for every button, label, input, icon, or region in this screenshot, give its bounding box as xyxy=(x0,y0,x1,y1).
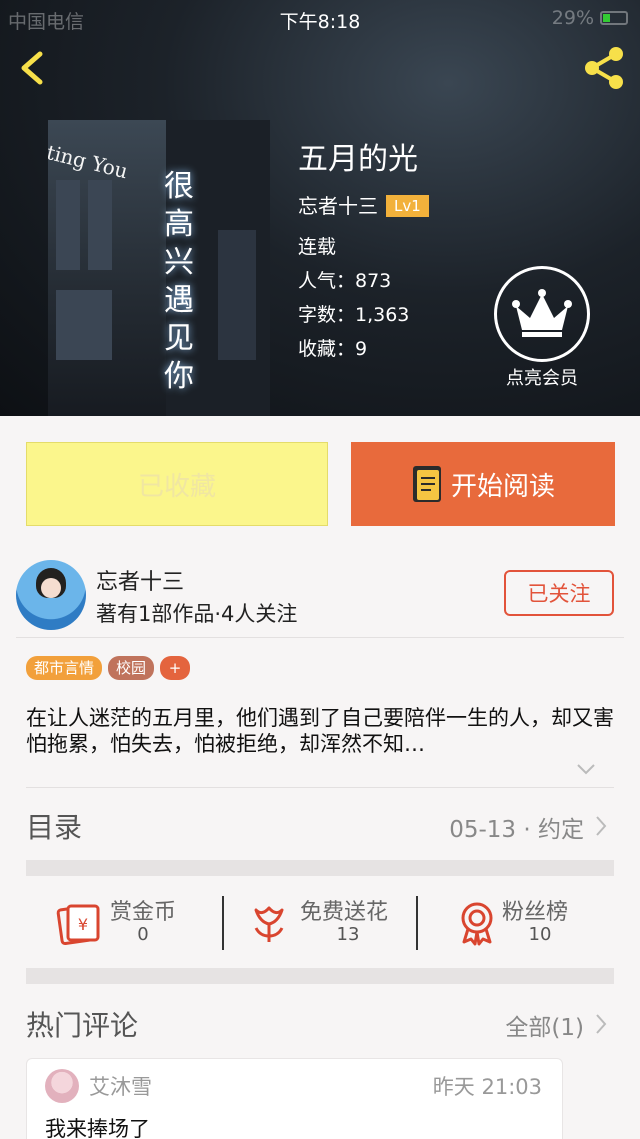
comment-user[interactable]: 艾沐雪 xyxy=(89,1071,152,1101)
reward-flowers[interactable]: 免费送花 13 xyxy=(246,876,426,968)
tag-list: 都市言情 校园 + xyxy=(26,656,191,680)
favorited-button[interactable]: 已收藏 xyxy=(26,442,328,526)
book-description[interactable]: 在让人迷茫的五月里，他们遇到了自己要陪伴一生的人，却又害怕拖累，怕失去，怕被拒绝… xyxy=(26,705,618,757)
toc-latest-chapter: 05-13 · 约定 xyxy=(449,817,584,843)
author-name: 忘者十三 xyxy=(96,570,185,595)
status-bar: 中国电信 下午8:18 29% xyxy=(0,0,640,36)
clock: 下午8:18 xyxy=(279,11,361,33)
avatar[interactable] xyxy=(45,1069,79,1103)
crown-icon xyxy=(494,266,590,362)
flower-icon xyxy=(254,906,284,942)
chevron-right-icon xyxy=(596,1014,607,1034)
book-popularity: 人气：873 xyxy=(298,270,392,292)
cover-window xyxy=(56,290,112,360)
divider xyxy=(416,896,418,950)
hot-comments-header[interactable]: 热门评论 全部(1) xyxy=(26,986,614,1056)
divider xyxy=(222,896,224,950)
all-comments-link[interactable]: 全部(1) xyxy=(505,1008,584,1042)
tag[interactable]: 都市言情 xyxy=(26,656,103,680)
book-title: 五月的光 xyxy=(298,142,418,177)
following-button[interactable]: 已关注 xyxy=(504,570,614,616)
add-tag-button[interactable]: + xyxy=(160,656,191,680)
svg-text:¥: ¥ xyxy=(78,915,88,934)
level-badge: Lv1 xyxy=(386,195,429,217)
toc-label: 目录 xyxy=(26,811,83,844)
reward-bar: ¥ 赏金币 0 免费送花 13 粉丝榜 10 xyxy=(26,876,614,968)
book-favorites: 收藏：9 xyxy=(298,338,368,360)
cover-window xyxy=(218,230,256,360)
author-card[interactable]: 忘者十三 著有1部作品·4人关注 已关注 xyxy=(16,556,624,638)
reward-coins[interactable]: ¥ 赏金币 0 xyxy=(56,876,216,968)
reward-coins-count: 0 xyxy=(137,924,149,945)
vip-label: 点亮会员 xyxy=(506,368,578,389)
share-icon[interactable] xyxy=(580,44,628,92)
book-status: 连载 xyxy=(298,236,337,258)
comment-time: 昨天 21:03 xyxy=(432,1075,542,1099)
red-envelope-icon: ¥ xyxy=(56,904,100,946)
book-cover: ting You 很 高 兴 遇 见 你 xyxy=(48,120,270,416)
comment-card[interactable]: 艾沐雪 昨天 21:03 我来捧场了 xyxy=(26,1058,563,1139)
reward-flowers-count: 13 xyxy=(336,924,360,945)
reward-flowers-label: 免费送花 xyxy=(300,900,389,925)
book-word-count: 字数：1,363 xyxy=(298,304,410,326)
cover-window xyxy=(88,180,112,270)
start-reading-button[interactable]: 开始阅读 xyxy=(351,442,615,526)
reward-fan-ranking-label: 粉丝榜 xyxy=(502,900,569,925)
section-divider xyxy=(26,968,614,984)
table-of-contents-row[interactable]: 目录 05-13 · 约定 xyxy=(26,788,614,860)
comment-text: 我来捧场了 xyxy=(45,1117,150,1139)
tag[interactable]: 校园 xyxy=(108,656,155,680)
chevron-down-icon[interactable] xyxy=(576,762,596,776)
book-author-line: 忘者十三 Lv1 xyxy=(298,190,429,219)
back-icon[interactable] xyxy=(14,48,54,88)
book-header: 中国电信 下午8:18 29% ting You 很 高 兴 遇 见 你 五月的… xyxy=(0,0,640,416)
reward-fan-ranking-count: 10 xyxy=(528,924,552,945)
reward-coins-label: 赏金币 xyxy=(110,900,177,925)
cover-window xyxy=(56,180,80,270)
chevron-right-icon xyxy=(596,816,607,836)
hot-comments-title: 热门评论 xyxy=(26,1009,139,1042)
book-author[interactable]: 忘者十三 xyxy=(298,194,378,218)
avatar[interactable] xyxy=(16,560,86,630)
cover-english-text: ting You xyxy=(48,140,131,184)
book-icon xyxy=(412,466,441,502)
battery-percent: 29% xyxy=(551,7,594,29)
start-reading-label: 开始阅读 xyxy=(450,471,555,502)
battery-icon xyxy=(600,11,628,25)
reward-fan-ranking[interactable]: 粉丝榜 10 xyxy=(454,876,614,968)
book-info: 五月的光 忘者十三 Lv1 连载 人气：873 字数：1,363 收藏：9 xyxy=(298,140,429,360)
author-stats: 著有1部作品·4人关注 xyxy=(96,602,298,626)
vip-button[interactable]: 点亮会员 xyxy=(492,266,592,390)
medal-icon xyxy=(461,902,493,946)
cover-chinese-text: 很 高 兴 遇 见 你 xyxy=(164,169,194,394)
section-divider xyxy=(26,860,614,876)
